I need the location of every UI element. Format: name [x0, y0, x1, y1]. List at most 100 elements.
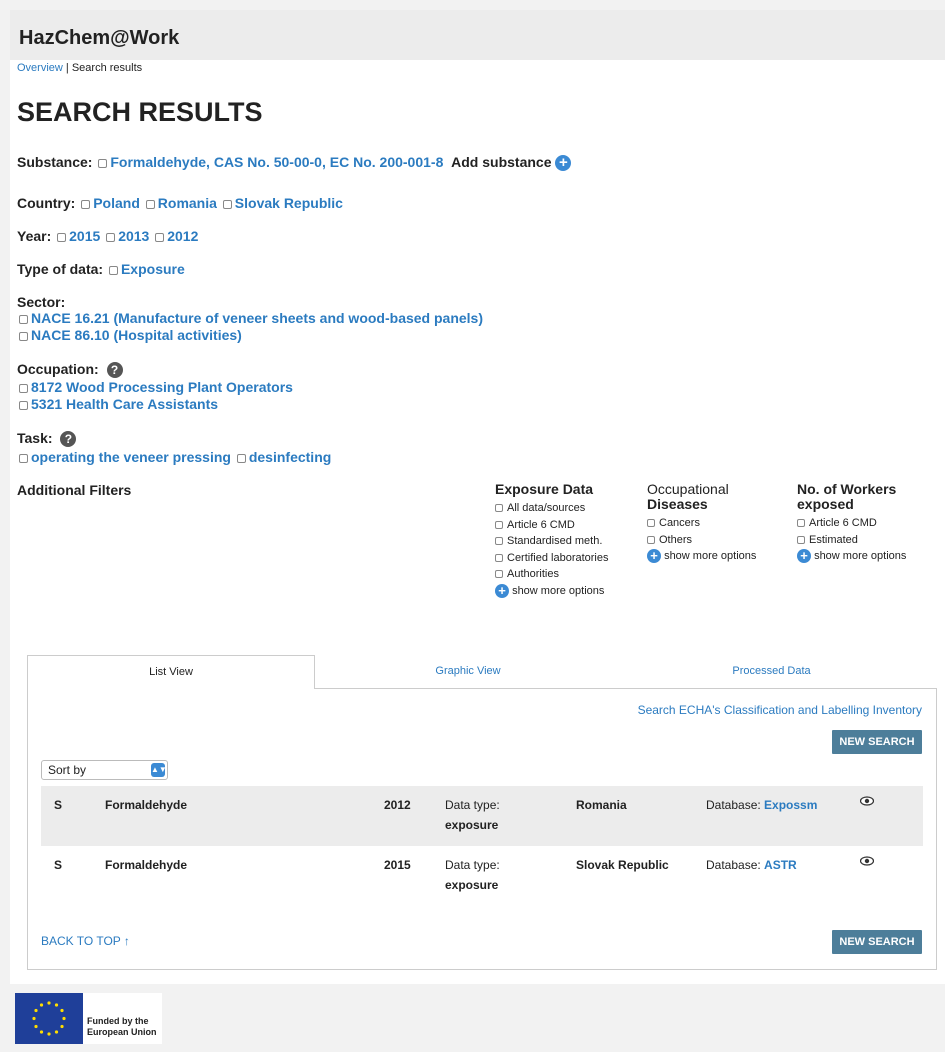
type-link-exposure[interactable]: Exposure — [121, 261, 185, 277]
exposure-checkbox[interactable] — [495, 504, 503, 513]
task-list: operating the veneer pressing desinfecti… — [17, 449, 331, 466]
exposure-option[interactable]: Certified laboratories — [495, 550, 609, 567]
year-link-2013[interactable]: 2013 — [118, 228, 149, 244]
workers-checkbox[interactable] — [797, 535, 805, 544]
year-checkbox-2012[interactable] — [155, 232, 165, 242]
occupation-checkbox-5321[interactable] — [19, 400, 28, 410]
exposure-checkbox[interactable] — [495, 570, 503, 579]
sector-checkbox-1621[interactable] — [19, 314, 28, 324]
breadcrumb-overview-link[interactable]: Overview — [17, 62, 63, 74]
tab-list-view[interactable]: List View — [27, 655, 315, 689]
new-search-button-bottom[interactable]: NEW SEARCH — [832, 930, 922, 954]
task-heading: Task: ? — [17, 430, 77, 448]
app-title: HazChem@Work — [19, 27, 180, 49]
country-link-romania[interactable]: Romania — [158, 195, 217, 211]
country-checkbox-romania[interactable] — [145, 199, 155, 209]
row-country: Romania — [576, 798, 627, 812]
country-link-poland[interactable]: Poland — [93, 195, 140, 211]
view-tabs: List View Graphic View Processed Data — [27, 655, 922, 689]
row-database: Database: ASTR — [706, 858, 797, 872]
country-link-slovak-republic[interactable]: Slovak Republic — [235, 195, 343, 211]
database-link[interactable]: ASTR — [764, 858, 797, 872]
workers-option[interactable]: Article 6 CMD — [797, 515, 906, 532]
add-substance-plus-icon[interactable]: + — [555, 155, 572, 172]
exposure-option[interactable]: Article 6 CMD — [495, 517, 609, 534]
country-filter: Country: Poland Romania Slovak Republic — [17, 195, 343, 212]
table-row[interactable]: S Formaldehyde 2015 Data type: exposure S… — [41, 846, 923, 906]
tab-processed-data[interactable]: Processed Data — [621, 655, 922, 688]
add-substance-label[interactable]: Add substance — [451, 154, 551, 170]
country-checkbox-poland[interactable] — [81, 199, 91, 209]
database-link[interactable]: Expossm — [764, 798, 817, 812]
sector-link-1621[interactable]: NACE 16.21 (Manufacture of veneer sheets… — [31, 310, 483, 326]
diseases-checkbox[interactable] — [647, 535, 655, 544]
exposure-checkbox[interactable] — [495, 553, 503, 562]
select-arrows-icon: ▲▼ — [151, 763, 167, 777]
sector-checkbox-8610[interactable] — [19, 331, 28, 341]
task-help-icon[interactable]: ? — [60, 431, 77, 448]
task-label: Task: — [17, 430, 53, 446]
new-search-button-top[interactable]: NEW SEARCH — [832, 730, 922, 754]
type-checkbox-exposure[interactable] — [108, 265, 118, 275]
diseases-option[interactable]: Others — [647, 532, 756, 549]
row-data-type: Data type: exposure — [445, 858, 500, 892]
exposure-option[interactable]: All data/sources — [495, 500, 609, 517]
view-eye-icon[interactable] — [860, 856, 874, 866]
year-filter: Year: 2015 2013 2012 — [17, 228, 198, 245]
additional-filters-label: Additional Filters — [17, 482, 132, 498]
view-eye-icon[interactable] — [860, 796, 874, 806]
exposure-checkbox[interactable] — [495, 520, 503, 529]
occupational-diseases-filter: Occupational Diseases Cancers Others + sh… — [647, 482, 756, 565]
echa-inventory-link[interactable]: Search ECHA's Classification and Labelli… — [638, 703, 922, 717]
show-more-plus-icon[interactable]: + — [647, 549, 661, 564]
occupation-link-8172[interactable]: 8172 Wood Processing Plant Operators — [31, 379, 293, 395]
diseases-checkbox[interactable] — [647, 519, 655, 528]
year-link-2015[interactable]: 2015 — [69, 228, 100, 244]
sort-by-select[interactable]: Sort by ▲▼ — [41, 760, 168, 780]
diseases-show-more[interactable]: + show more options — [647, 548, 756, 565]
results-panel: Search ECHA's Classification and Labelli… — [27, 688, 937, 970]
sector-link-8610[interactable]: NACE 86.10 (Hospital activities) — [31, 327, 242, 343]
eu-flag-icon — [15, 993, 83, 1044]
tab-graphic-view[interactable]: Graphic View — [315, 655, 621, 688]
row-year: 2015 — [384, 858, 411, 872]
exposure-option[interactable]: Standardised meth. — [495, 533, 609, 550]
exposure-show-more[interactable]: + show more options — [495, 583, 609, 600]
back-to-top-link[interactable]: BACK TO TOP ↑ — [41, 934, 130, 948]
workers-checkbox[interactable] — [797, 519, 805, 528]
year-link-2012[interactable]: 2012 — [167, 228, 198, 244]
task-checkbox-desinfecting[interactable] — [236, 453, 246, 463]
show-more-plus-icon[interactable]: + — [797, 549, 811, 564]
occupational-diseases-heading: Occupational Diseases — [647, 481, 729, 512]
task-checkbox-veneer[interactable] — [19, 453, 28, 463]
substance-label: Substance: — [17, 154, 93, 170]
workers-option[interactable]: Estimated — [797, 532, 906, 549]
type-of-data-label: Type of data: — [17, 261, 104, 277]
page-title: SEARCH RESULTS — [17, 97, 263, 127]
occupation-link-5321[interactable]: 5321 Health Care Assistants — [31, 396, 218, 412]
sector-list: NACE 16.21 (Manufacture of veneer sheets… — [17, 310, 483, 344]
substance-checkbox[interactable] — [98, 158, 108, 168]
row-database: Database: Expossm — [706, 798, 818, 812]
breadcrumb-separator: | — [62, 62, 72, 74]
table-row[interactable]: S Formaldehyde 2012 Data type: exposure R… — [41, 786, 923, 846]
exposure-data-filter: Exposure Data All data/sources Article 6… — [495, 482, 609, 600]
diseases-option[interactable]: Cancers — [647, 515, 756, 532]
app-header: HazChem@Work — [10, 10, 945, 60]
year-checkbox-2015[interactable] — [57, 232, 67, 242]
type-of-data-filter: Type of data: Exposure — [17, 261, 185, 278]
show-more-plus-icon[interactable]: + — [495, 583, 509, 598]
task-link-desinfecting[interactable]: desinfecting — [249, 449, 331, 465]
occupation-help-icon[interactable]: ? — [106, 362, 123, 379]
occupation-checkbox-8172[interactable] — [19, 383, 28, 393]
country-checkbox-slovak-republic[interactable] — [222, 199, 232, 209]
year-checkbox-2013[interactable] — [106, 232, 116, 242]
substance-link-formaldehyde[interactable]: Formaldehyde, CAS No. 50-00-0, EC No. 20… — [110, 154, 443, 170]
row-country: Slovak Republic — [576, 858, 669, 872]
task-link-veneer[interactable]: operating the veneer pressing — [31, 449, 231, 465]
row-flag: S — [54, 798, 63, 812]
row-flag: S — [54, 858, 63, 872]
exposure-checkbox[interactable] — [495, 537, 503, 546]
workers-show-more[interactable]: + show more options — [797, 548, 906, 565]
exposure-option[interactable]: Authorities — [495, 566, 609, 583]
